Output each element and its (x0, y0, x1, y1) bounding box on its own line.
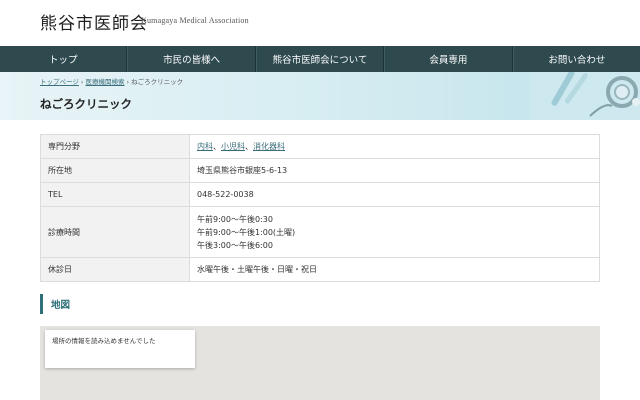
address-label: 所在地 (40, 158, 190, 183)
closed-value: 水曜午後・土曜午後・日曜・祝日 (189, 257, 600, 282)
specialty-comma: 、 (213, 142, 221, 151)
specialty-link-pediatrics[interactable]: 小児科 (221, 142, 245, 151)
hours-line: 午前9:00〜午後0:30 (197, 214, 273, 224)
main-nav: トップ 市民の皆様へ 熊谷市医師会について 会員専用 お問い合わせ (0, 46, 640, 72)
page-title: ねごろクリニック (40, 97, 132, 111)
table-row: 診療時間 午前9:00〜午後0:30 午前9:00〜午後1:00(土曜) 午後3… (40, 206, 600, 258)
table-row: 専門分野 内科、小児科、消化器科 (40, 134, 600, 159)
specialty-link-gastro[interactable]: 消化器科 (253, 142, 285, 151)
breadcrumb-current: ねごろクリニック (131, 78, 184, 86)
hours-line: 午前9:00〜午後1:00(土曜) (197, 227, 296, 237)
map-container[interactable]: 場所の情報を読み込めませんでした (40, 326, 600, 400)
breadcrumb-separator: › (126, 78, 130, 86)
table-row: 休診日 水曜午後・土曜午後・日曜・祝日 (40, 257, 600, 282)
clinic-info-table: 専門分野 内科、小児科、消化器科 所在地 埼玉県熊谷市銀座5-6-13 TEL … (40, 134, 600, 282)
site-logo-subtitle: Kumagaya Medical Association (141, 16, 249, 25)
specialty-link-internal[interactable]: 内科 (197, 142, 213, 151)
specialty-comma: 、 (245, 142, 253, 151)
breadcrumb-link-top[interactable]: トップページ (40, 78, 79, 86)
medical-equipment-icon (530, 72, 640, 120)
breadcrumb: トップページ › 医療機関検索 › ねごろクリニック (40, 76, 183, 86)
hours-label: 診療時間 (40, 206, 190, 258)
page-banner: トップページ › 医療機関検索 › ねごろクリニック ねごろクリニック (0, 72, 640, 120)
specialty-value: 内科、小児科、消化器科 (189, 134, 600, 159)
breadcrumb-separator: › (80, 78, 84, 86)
table-row: TEL 048-522-0038 (40, 182, 600, 207)
site-logo[interactable]: 熊谷市医師会 (40, 9, 148, 34)
hours-value: 午前9:00〜午後0:30 午前9:00〜午後1:00(土曜) 午後3:00〜午… (189, 206, 600, 258)
nav-item-about[interactable]: 熊谷市医師会について (255, 46, 385, 72)
tel-value: 048-522-0038 (189, 182, 600, 207)
closed-label: 休診日 (40, 257, 190, 282)
nav-item-contact[interactable]: お問い合わせ (512, 46, 640, 72)
breadcrumb-link-search[interactable]: 医療機関検索 (85, 78, 124, 86)
tel-label: TEL (40, 182, 190, 207)
address-value: 埼玉県熊谷市銀座5-6-13 (189, 158, 600, 183)
nav-item-members[interactable]: 会員専用 (384, 46, 513, 72)
table-row: 所在地 埼玉県熊谷市銀座5-6-13 (40, 158, 600, 183)
hours-line: 午後3:00〜午後6:00 (197, 240, 273, 250)
map-heading: 地図 (40, 294, 70, 314)
map-error-message: 場所の情報を読み込めませんでした (45, 330, 195, 368)
nav-item-top[interactable]: トップ (0, 46, 128, 72)
specialty-label: 専門分野 (40, 134, 190, 159)
site-header: 熊谷市医師会 Kumagaya Medical Association (0, 0, 640, 46)
nav-item-citizens[interactable]: 市民の皆様へ (127, 46, 256, 72)
